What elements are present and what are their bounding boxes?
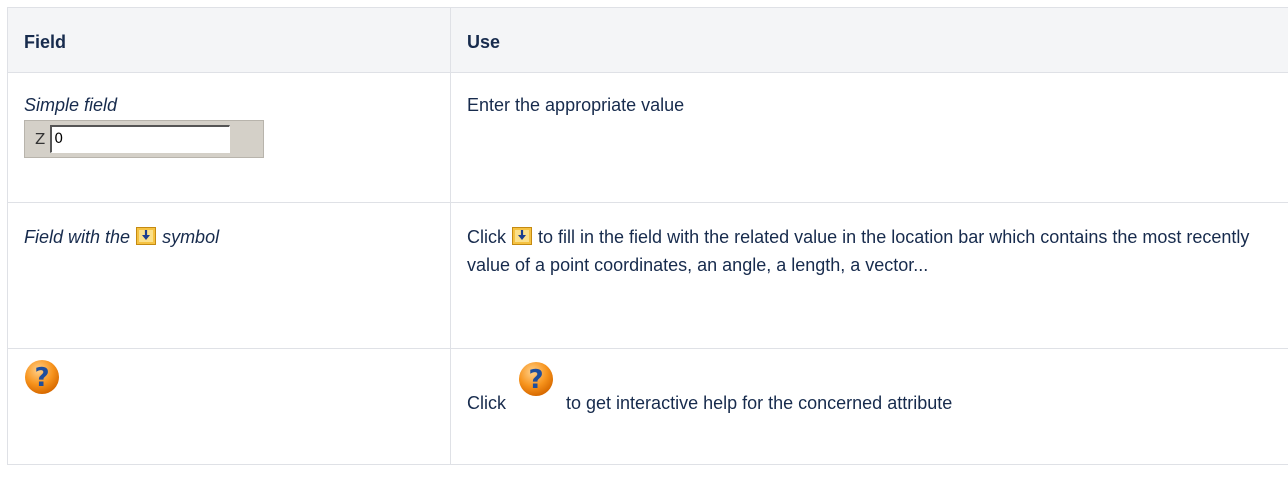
table-row: Simple field Z 0 Enter the appropriate v…: [7, 72, 1288, 203]
field-widget-input: 0: [50, 125, 231, 153]
use-prefix: Click: [467, 393, 506, 413]
table-cell-field: Simple field Z 0: [7, 72, 451, 203]
field-use-table: Field Use Simple field Z 0 Enter the app…: [7, 7, 1288, 465]
table-cell-use: Click to fill in the field with the relat…: [450, 202, 1288, 349]
use-description: to fill in the field with the related va…: [467, 227, 1250, 275]
table-cell-field: Field with the symbol: [7, 202, 451, 349]
field-widget-label: Z: [35, 130, 46, 148]
help-icon: ?: [24, 359, 60, 395]
help-icon[interactable]: ?: [518, 361, 554, 397]
table-cell-use: Click? to get interactive help for the co…: [450, 348, 1288, 465]
field-name: Simple field: [24, 95, 118, 115]
table-header-row: Field Use: [7, 7, 1288, 73]
use-prefix: Click: [467, 227, 506, 247]
field-name-prefix: Field with the: [24, 227, 131, 247]
svg-text:?: ?: [528, 365, 543, 395]
header-field: Field: [7, 7, 451, 73]
table-row: ? Click? to get interactive help for the …: [7, 348, 1288, 465]
field-name-suffix: symbol: [162, 227, 220, 247]
location-bar-icon[interactable]: [512, 227, 532, 245]
header-use: Use: [450, 7, 1288, 73]
table-cell-use: Enter the appropriate value: [450, 72, 1288, 203]
table-row: Field with the symbol Click to fill in the…: [7, 202, 1288, 349]
use-description: to get interactive help for the concerne…: [566, 393, 953, 413]
location-bar-icon: [136, 227, 157, 245]
svg-text:?: ?: [34, 363, 49, 393]
simple-field-widget: Z 0: [24, 120, 264, 158]
table-cell-field: ?: [7, 348, 451, 465]
